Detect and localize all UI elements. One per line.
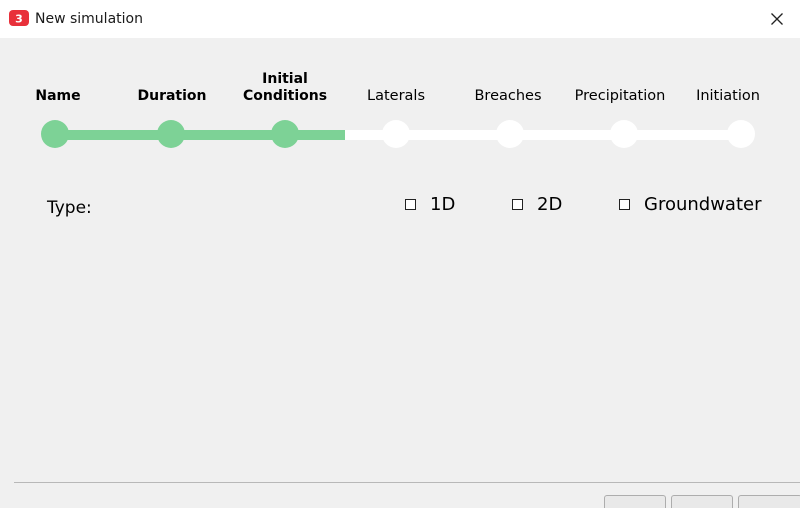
option-groundwater-label: Groundwater [644, 194, 762, 215]
close-icon[interactable] [771, 10, 783, 29]
3di-logo-icon: 3 [9, 10, 29, 26]
step-dot-breaches[interactable] [496, 120, 524, 148]
back-button[interactable] [604, 495, 666, 508]
option-groundwater[interactable]: Groundwater [619, 194, 762, 215]
type-label: Type: [47, 198, 92, 218]
title-bar: 3 New simulation [0, 0, 800, 38]
step-label-laterals: Laterals [367, 88, 425, 104]
option-2d[interactable]: 2D [512, 194, 562, 215]
option-1d[interactable]: 1D [405, 194, 455, 215]
step-dot-initial-conditions[interactable] [271, 120, 299, 148]
step-dot-name[interactable] [41, 120, 69, 148]
window-title: New simulation [35, 11, 143, 27]
cancel-button[interactable] [738, 495, 800, 508]
step-dot-precipitation[interactable] [610, 120, 638, 148]
checkbox-groundwater[interactable] [619, 199, 630, 210]
step-dot-laterals[interactable] [382, 120, 410, 148]
step-label-initial-conditions: Initial Conditions [242, 71, 328, 104]
option-1d-label: 1D [430, 194, 456, 215]
option-2d-label: 2D [537, 194, 563, 215]
close-button[interactable] [754, 0, 800, 38]
svg-text:3: 3 [15, 13, 23, 26]
step-dot-initiation[interactable] [727, 120, 755, 148]
step-label-initiation: Initiation [696, 88, 760, 104]
step-label-breaches: Breaches [474, 88, 542, 104]
footer-divider [14, 482, 800, 483]
step-label-precipitation: Precipitation [574, 88, 666, 104]
step-dot-duration[interactable] [157, 120, 185, 148]
stepper-track-completed [55, 130, 345, 140]
checkbox-1d[interactable] [405, 199, 416, 210]
step-label-duration: Duration [137, 88, 207, 104]
step-label-name: Name [35, 88, 81, 104]
checkbox-2d[interactable] [512, 199, 523, 210]
next-button[interactable] [671, 495, 733, 508]
